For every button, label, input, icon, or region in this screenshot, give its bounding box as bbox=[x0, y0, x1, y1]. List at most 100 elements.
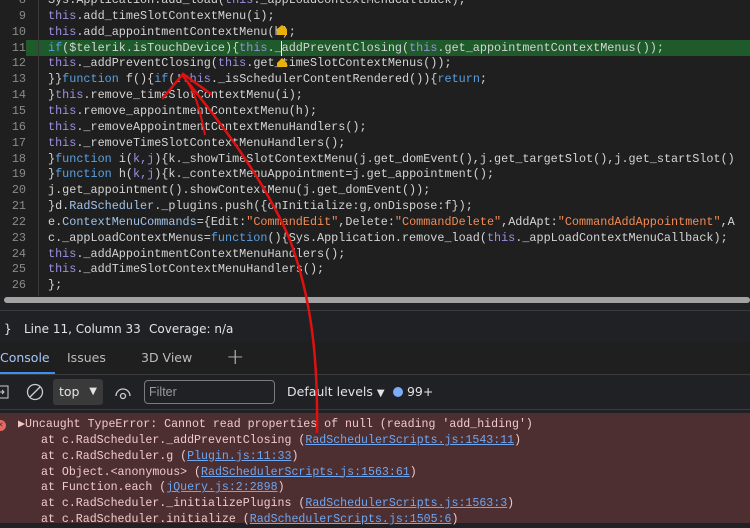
source-link[interactable]: Plugin.js:11:33 bbox=[187, 450, 291, 463]
frame-text: at c.RadScheduler.g ( bbox=[41, 449, 188, 463]
line-number[interactable]: 17 bbox=[0, 135, 26, 151]
line-number[interactable]: 13 bbox=[0, 71, 26, 87]
code-token: ._removeTimeSlotContextMenuHandlers(); bbox=[76, 135, 346, 150]
line-number[interactable]: 12 bbox=[0, 55, 26, 71]
code-line[interactable]: 25 this._addTimeSlotContextMenuHandlers()… bbox=[0, 261, 750, 277]
horizontal-scrollbar[interactable] bbox=[4, 297, 750, 303]
code-token: this bbox=[48, 24, 77, 39]
frame-text: at c.RadScheduler._addPreventClosing ( bbox=[41, 434, 306, 447]
code-line[interactable]: 9 this.add_timeSlotContextMenu(i); bbox=[0, 8, 750, 24]
error-header[interactable]: ▶Uncaught TypeError: Cannot read propert… bbox=[18, 417, 533, 433]
filter-input[interactable] bbox=[144, 380, 275, 404]
levels-label: Default levels bbox=[287, 384, 373, 399]
code-token: function bbox=[55, 151, 112, 166]
line-number[interactable]: 18 bbox=[0, 151, 26, 167]
source-link[interactable]: jQuery.js:2:2898 bbox=[166, 481, 277, 494]
source-link[interactable]: RadSchedulerScripts.js:1563:61 bbox=[201, 466, 410, 479]
code-text: }function i(k,j){k._showTimeSlotContextM… bbox=[48, 151, 735, 167]
line-number[interactable]: 20 bbox=[0, 182, 26, 198]
code-text: j.get_appointment().showContextMenu(j.ge… bbox=[48, 182, 430, 198]
gutter-divider bbox=[38, 0, 39, 296]
line-number[interactable]: 19 bbox=[0, 166, 26, 182]
line-number[interactable]: 21 bbox=[0, 198, 26, 214]
line-number[interactable]: 24 bbox=[0, 246, 26, 262]
live-expression-eye-icon[interactable] bbox=[114, 384, 132, 400]
code-line[interactable]: 10 this.add_appointmentContextMenu(h); bbox=[0, 24, 750, 40]
frame-text: at Function.each ( bbox=[41, 481, 167, 495]
line-number[interactable]: 8 bbox=[0, 0, 26, 8]
line-number[interactable]: 25 bbox=[0, 261, 26, 277]
code-token: .get_timeSlotContextMenus()); bbox=[246, 56, 452, 71]
code-token: if bbox=[154, 72, 169, 87]
code-text: }d.RadScheduler._plugins.push({onInitial… bbox=[48, 198, 473, 214]
code-line[interactable]: 20 j.get_appointment().showContextMenu(j.… bbox=[0, 182, 750, 198]
code-line[interactable]: 22 e.ContextMenuCommands={Edit:"CommandEd… bbox=[0, 214, 750, 230]
tab-3d-view[interactable]: 3D View bbox=[141, 342, 192, 374]
source-link[interactable]: RadSchedulerScripts.js:1505:6 bbox=[250, 513, 452, 526]
line-number[interactable]: 22 bbox=[0, 214, 26, 230]
frame-suffix: ) bbox=[451, 513, 459, 526]
line-number[interactable]: 23 bbox=[0, 230, 26, 246]
code-line[interactable]: 16 this._removeAppointmentContextMenuHand… bbox=[0, 119, 750, 135]
line-number[interactable]: 26 bbox=[0, 277, 26, 293]
issues-counter[interactable]: 99+ bbox=[393, 375, 433, 409]
code-line[interactable]: 13}}function f(){if(!this._isSchedulerCo… bbox=[0, 71, 750, 87]
context-selector[interactable]: top ▼ bbox=[53, 379, 103, 405]
source-link[interactable]: RadSchedulerScripts.js:1543:11 bbox=[305, 434, 514, 447]
source-link[interactable]: RadSchedulerScripts.js:1563:3 bbox=[305, 497, 507, 510]
code-line[interactable]: 8 Sys.Application.add_load(this._appLoadC… bbox=[0, 0, 750, 8]
line-number[interactable]: 15 bbox=[0, 103, 26, 119]
log-levels-dropdown[interactable]: Default levels ▼ bbox=[287, 375, 385, 411]
code-text: this.add_appointmentContextMenu(h); bbox=[48, 24, 296, 40]
line-number[interactable]: 9 bbox=[0, 8, 26, 24]
error-text: Uncaught TypeError: Cannot read properti… bbox=[24, 418, 533, 431]
code-token: ._isSchedulerContentRendered()){ bbox=[210, 72, 438, 87]
code-text: this._addAppointmentContextMenuHandlers(… bbox=[48, 246, 345, 262]
code-editor[interactable]: 8 Sys.Application.add_load(this._appLoadC… bbox=[0, 0, 750, 296]
add-tab-button[interactable]: + bbox=[226, 342, 244, 374]
code-token: .remove_appointmentContextMenu(h); bbox=[76, 103, 318, 118]
code-token: .remove_timeSlotContextMenu(i); bbox=[83, 88, 303, 103]
code-token: h( bbox=[111, 167, 133, 182]
tab-issues[interactable]: Issues bbox=[67, 342, 106, 374]
code-line[interactable]: 12 this._addPreventClosing(this.get_timeS… bbox=[0, 55, 750, 71]
code-line[interactable]: 18 }function i(k,j){k._showTimeSlotContex… bbox=[0, 151, 750, 167]
code-text: }; bbox=[48, 277, 62, 293]
line-number[interactable]: 14 bbox=[0, 87, 26, 103]
code-line[interactable]: 11 if($telerik.isTouchDevice){this._addPr… bbox=[0, 39, 750, 56]
code-token: this bbox=[486, 230, 516, 245]
code-token: (! bbox=[168, 72, 183, 87]
line-number[interactable]: 16 bbox=[0, 119, 26, 135]
code-line[interactable]: 14}this.remove_timeSlotContextMenu(i); bbox=[0, 87, 750, 103]
code-line[interactable]: 26}; bbox=[0, 277, 750, 293]
code-line[interactable]: 19}function h(k,j){k._contextMenuAppoint… bbox=[0, 166, 750, 182]
code-token: ._plugins.push({onInitialize:g,onDispose… bbox=[154, 199, 473, 214]
stack-frame: at c.RadScheduler.initialize (RadSchedul… bbox=[41, 512, 458, 528]
code-line[interactable]: 24 this._addAppointmentContextMenuHandler… bbox=[0, 246, 750, 262]
line-number[interactable]: 10 bbox=[0, 24, 26, 40]
line-number[interactable]: 11 bbox=[0, 39, 26, 56]
clear-console-icon[interactable] bbox=[26, 383, 44, 401]
code-token: .get_appointmentContextMenus()); bbox=[437, 40, 664, 55]
message-count: 99+ bbox=[406, 384, 434, 399]
frame-text: at c.RadScheduler._initializePlugins ( bbox=[41, 497, 306, 511]
frame-suffix: ) bbox=[291, 449, 299, 463]
console-toolbar: top ▼ Default levels ▼ 99+ bbox=[0, 375, 750, 410]
code-line[interactable]: 23 c._appLoadContextMenus=function(){Sys.… bbox=[0, 230, 750, 246]
code-token: }} bbox=[48, 72, 63, 87]
code-token: ._appLoadContextMenuCallback); bbox=[515, 230, 728, 245]
expand-triangle-icon[interactable]: ▶ bbox=[18, 418, 25, 431]
code-line[interactable]: 17 this._removeTimeSlotContextMenuHandler… bbox=[0, 135, 750, 151]
sidebar-toggle-icon[interactable] bbox=[0, 385, 10, 399]
code-line[interactable]: 21 }d.RadScheduler._plugins.push({onIniti… bbox=[0, 198, 750, 214]
code-line[interactable]: 15 this.remove_appointmentContextMenu(h); bbox=[0, 103, 750, 119]
code-text: c._appLoadContextMenus=function(){Sys.Ap… bbox=[48, 230, 728, 246]
stack-frame: at c.RadScheduler._addPreventClosing (Ra… bbox=[41, 433, 521, 449]
code-token: RadScheduler bbox=[69, 199, 155, 214]
code-token: i( bbox=[111, 151, 133, 166]
tab-console[interactable]: Console bbox=[0, 342, 55, 374]
code-token: }d. bbox=[48, 199, 70, 214]
stack-frame: at c.RadScheduler.g (Plugin.js:11:33) bbox=[41, 449, 298, 465]
code-text: this._addPreventClosing(this.get_timeSlo… bbox=[48, 55, 452, 71]
code-token: .add_timeSlotContextMenu(i); bbox=[76, 8, 275, 23]
